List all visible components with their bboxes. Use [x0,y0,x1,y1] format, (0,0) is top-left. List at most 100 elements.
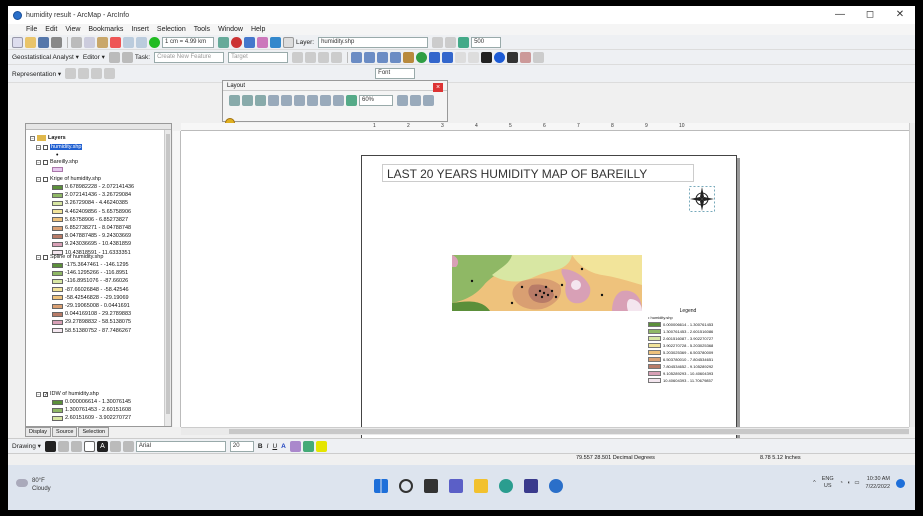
font-select[interactable]: Font [375,68,416,79]
class-color-swatch[interactable] [52,399,63,405]
layer-visibility-checkbox[interactable] [43,159,48,165]
new-annotation-icon[interactable] [122,440,134,452]
print-icon[interactable] [51,36,62,48]
toc-scrollbar[interactable] [164,130,171,426]
class-color-swatch[interactable] [52,319,63,325]
geostatistical-analyst-menu[interactable]: Geostatistical Analyst ▾ [12,53,79,61]
layer-select[interactable]: humidity.shp [318,36,429,48]
class-color-swatch[interactable] [52,209,63,215]
topology-icon[interactable] [318,51,330,63]
fixed-zoom-in-page-icon[interactable] [294,95,305,106]
volume-icon[interactable]: ◖ [847,480,850,486]
paste-icon[interactable] [97,36,108,48]
toc-layers-root[interactable]: − Layers [30,135,66,141]
start-icon[interactable] [374,479,388,493]
spatial-analyst-icon[interactable] [432,36,444,48]
humidity-interpolation-map[interactable] [452,255,642,311]
pan-icon[interactable] [403,51,415,63]
class-color-swatch[interactable] [52,262,63,268]
zoom-to-selected-icon[interactable] [70,440,82,452]
undo-icon[interactable] [123,36,134,48]
contour-icon[interactable] [445,36,457,48]
open-folder-icon[interactable] [25,36,36,48]
sketch-properties-icon[interactable] [305,51,317,63]
representation-tool-icon[interactable] [65,68,77,79]
search-icon[interactable] [399,479,413,493]
layer-visibility-checkbox[interactable] [43,144,48,150]
class-color-swatch[interactable] [52,415,63,421]
zoom-control-icon[interactable] [346,95,357,106]
menu-file[interactable]: File [26,26,37,33]
save-icon[interactable] [38,36,49,48]
menu-selection[interactable]: Selection [157,26,186,33]
notification-icon[interactable] [896,478,905,488]
bold-button[interactable]: B [258,443,263,450]
zoom-in-icon[interactable] [351,51,363,63]
toc-layer-krige[interactable]: − Krige of humidity.shp [36,176,101,182]
layer-visibility-checkbox[interactable] [43,176,48,182]
font-family-select[interactable]: Arial [135,440,226,452]
underline-button[interactable]: U [272,443,277,450]
layout-horizontal-scrollbar[interactable] [181,427,909,435]
menu-help[interactable]: Help [251,26,265,33]
north-arrow-icon[interactable] [689,186,715,212]
select-elements-tool-icon[interactable] [44,440,56,452]
focus-data-frame-icon[interactable] [410,95,421,106]
zoom-value-field[interactable]: 500 [471,36,502,48]
select-elements-icon[interactable] [481,51,493,63]
line-color-icon[interactable] [302,440,314,452]
class-color-swatch[interactable] [52,225,63,231]
copy-icon[interactable] [84,36,95,48]
fixed-zoom-out-icon[interactable] [390,51,402,63]
class-color-swatch[interactable] [52,311,63,317]
weather-widget[interactable]: 80°F Cloudy [32,477,51,493]
toggle-draft-mode-icon[interactable] [397,95,408,106]
forward-extent-icon[interactable] [442,51,454,63]
drawing-menu[interactable]: Drawing ▾ [12,442,41,450]
change-layout-icon[interactable] [423,95,434,106]
italic-button[interactable]: I [267,443,269,450]
representation-tool-icon[interactable] [78,68,90,79]
redo-icon[interactable] [136,36,147,48]
chevron-up-icon[interactable]: ^ [813,480,816,486]
task-select[interactable]: Create New Feature [154,51,225,63]
new-document-icon[interactable] [12,36,23,48]
class-color-swatch[interactable] [52,217,63,223]
chat-icon[interactable] [449,479,463,493]
tab-selection[interactable]: Selection [78,427,110,437]
zoom-100-percent-icon[interactable] [281,95,292,106]
clock[interactable]: 10:30 AM 7/22/2022 [866,475,890,491]
class-color-swatch[interactable] [52,233,63,239]
identify-icon[interactable] [494,51,506,63]
class-color-swatch[interactable] [52,270,63,276]
zoom-whole-page-icon[interactable] [268,95,279,106]
measure-icon[interactable] [520,51,532,63]
edit-tool-icon[interactable] [108,51,120,63]
collapse-icon[interactable]: − [36,391,41,397]
menu-bookmarks[interactable]: Bookmarks [88,26,123,33]
class-color-swatch[interactable] [52,328,63,334]
tab-source[interactable]: Source [52,427,78,437]
marker-color-icon[interactable] [315,440,327,452]
toc-scroll-thumb[interactable] [166,134,170,414]
menu-view[interactable]: View [65,26,80,33]
collapse-icon[interactable]: − [36,254,41,260]
tab-display[interactable]: Display [25,427,52,437]
zoom-out-icon[interactable] [364,51,376,63]
target-select[interactable]: Target [228,51,289,63]
rectangle-tool-icon[interactable] [83,440,95,452]
catalog-icon[interactable] [244,36,255,48]
layer-visibility-checkbox[interactable]: ✓ [43,391,48,397]
previous-extent-page-icon[interactable] [320,95,331,106]
toc-layer-spline[interactable]: − Spline of humidity.shp [36,254,103,260]
select-features-icon[interactable] [455,51,467,63]
class-color-swatch[interactable] [52,184,63,190]
class-color-swatch[interactable] [52,407,63,413]
arcmap-taskbar-icon[interactable] [549,479,563,493]
menu-edit[interactable]: Edit [45,26,57,33]
collapse-icon[interactable]: − [36,176,41,182]
cut-icon[interactable] [71,36,82,48]
store-icon[interactable] [524,479,538,493]
class-color-swatch[interactable] [52,287,63,293]
edge-icon[interactable] [499,479,513,493]
